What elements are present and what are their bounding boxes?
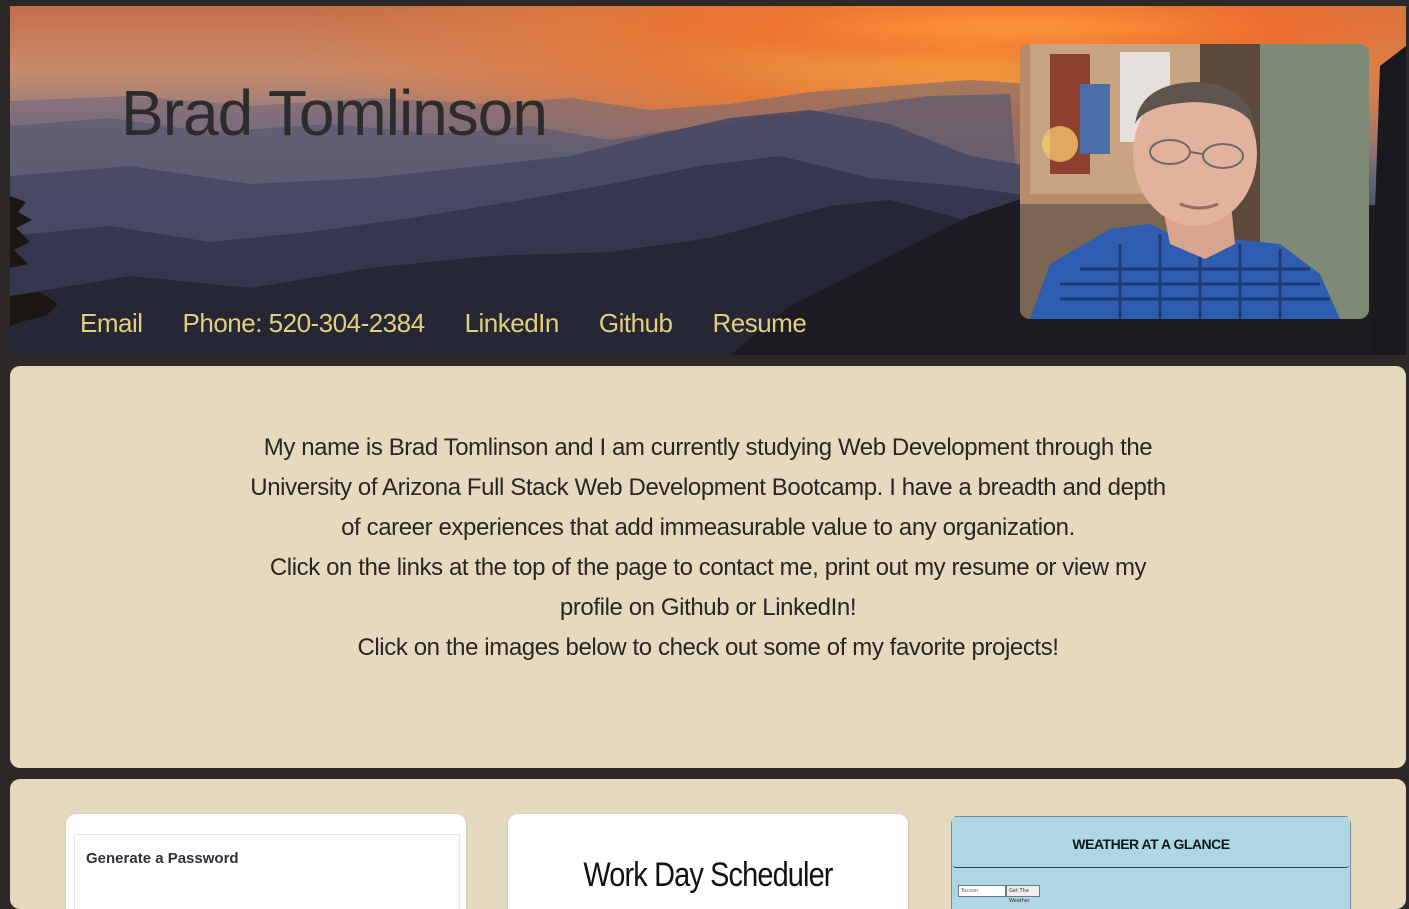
profile-photo: [1020, 44, 1369, 319]
project-caption: Work Day Scheduler: [583, 856, 833, 894]
nav-email-link[interactable]: Email: [80, 308, 143, 339]
weather-city-input: Tucson: [958, 885, 1006, 897]
nav-phone-link[interactable]: Phone: 520-304-2384: [183, 308, 426, 339]
project-thumbnail: [74, 834, 460, 909]
nav-resume-link[interactable]: Resume: [712, 308, 806, 339]
header-nav: Email Phone: 520-304-2384 LinkedIn Githu…: [80, 308, 807, 339]
nav-github-link[interactable]: Github: [599, 308, 673, 339]
project-thumbnail: WEATHER AT A GLANCE Tucson Get The Weath…: [951, 816, 1351, 909]
weather-search-button: Get The Weather: [1006, 885, 1040, 904]
about-paragraph-links: Click on the links at the top of the pag…: [269, 554, 1147, 621]
about-section: My name is Brad Tomlinson and I am curre…: [10, 366, 1406, 768]
weather-header: WEATHER AT A GLANCE: [953, 819, 1349, 868]
projects-section: Generate a Password Work Day Scheduler W…: [10, 779, 1406, 909]
project-caption: Generate a Password: [86, 850, 239, 867]
site-title: Brad Tomlinson: [121, 77, 548, 149]
about-paragraph-intro: My name is Brad Tomlinson and I am curre…: [250, 434, 1166, 541]
nav-linkedin-link[interactable]: LinkedIn: [465, 308, 560, 339]
hero-header: Brad Tomlinson Email Phone: 520-304-2384…: [10, 6, 1406, 355]
project-caption: WEATHER AT A GLANCE: [1072, 836, 1230, 852]
about-paragraph-projects: Click on the images below to check out s…: [357, 634, 1059, 661]
about-text: My name is Brad Tomlinson and I am curre…: [240, 428, 1176, 668]
